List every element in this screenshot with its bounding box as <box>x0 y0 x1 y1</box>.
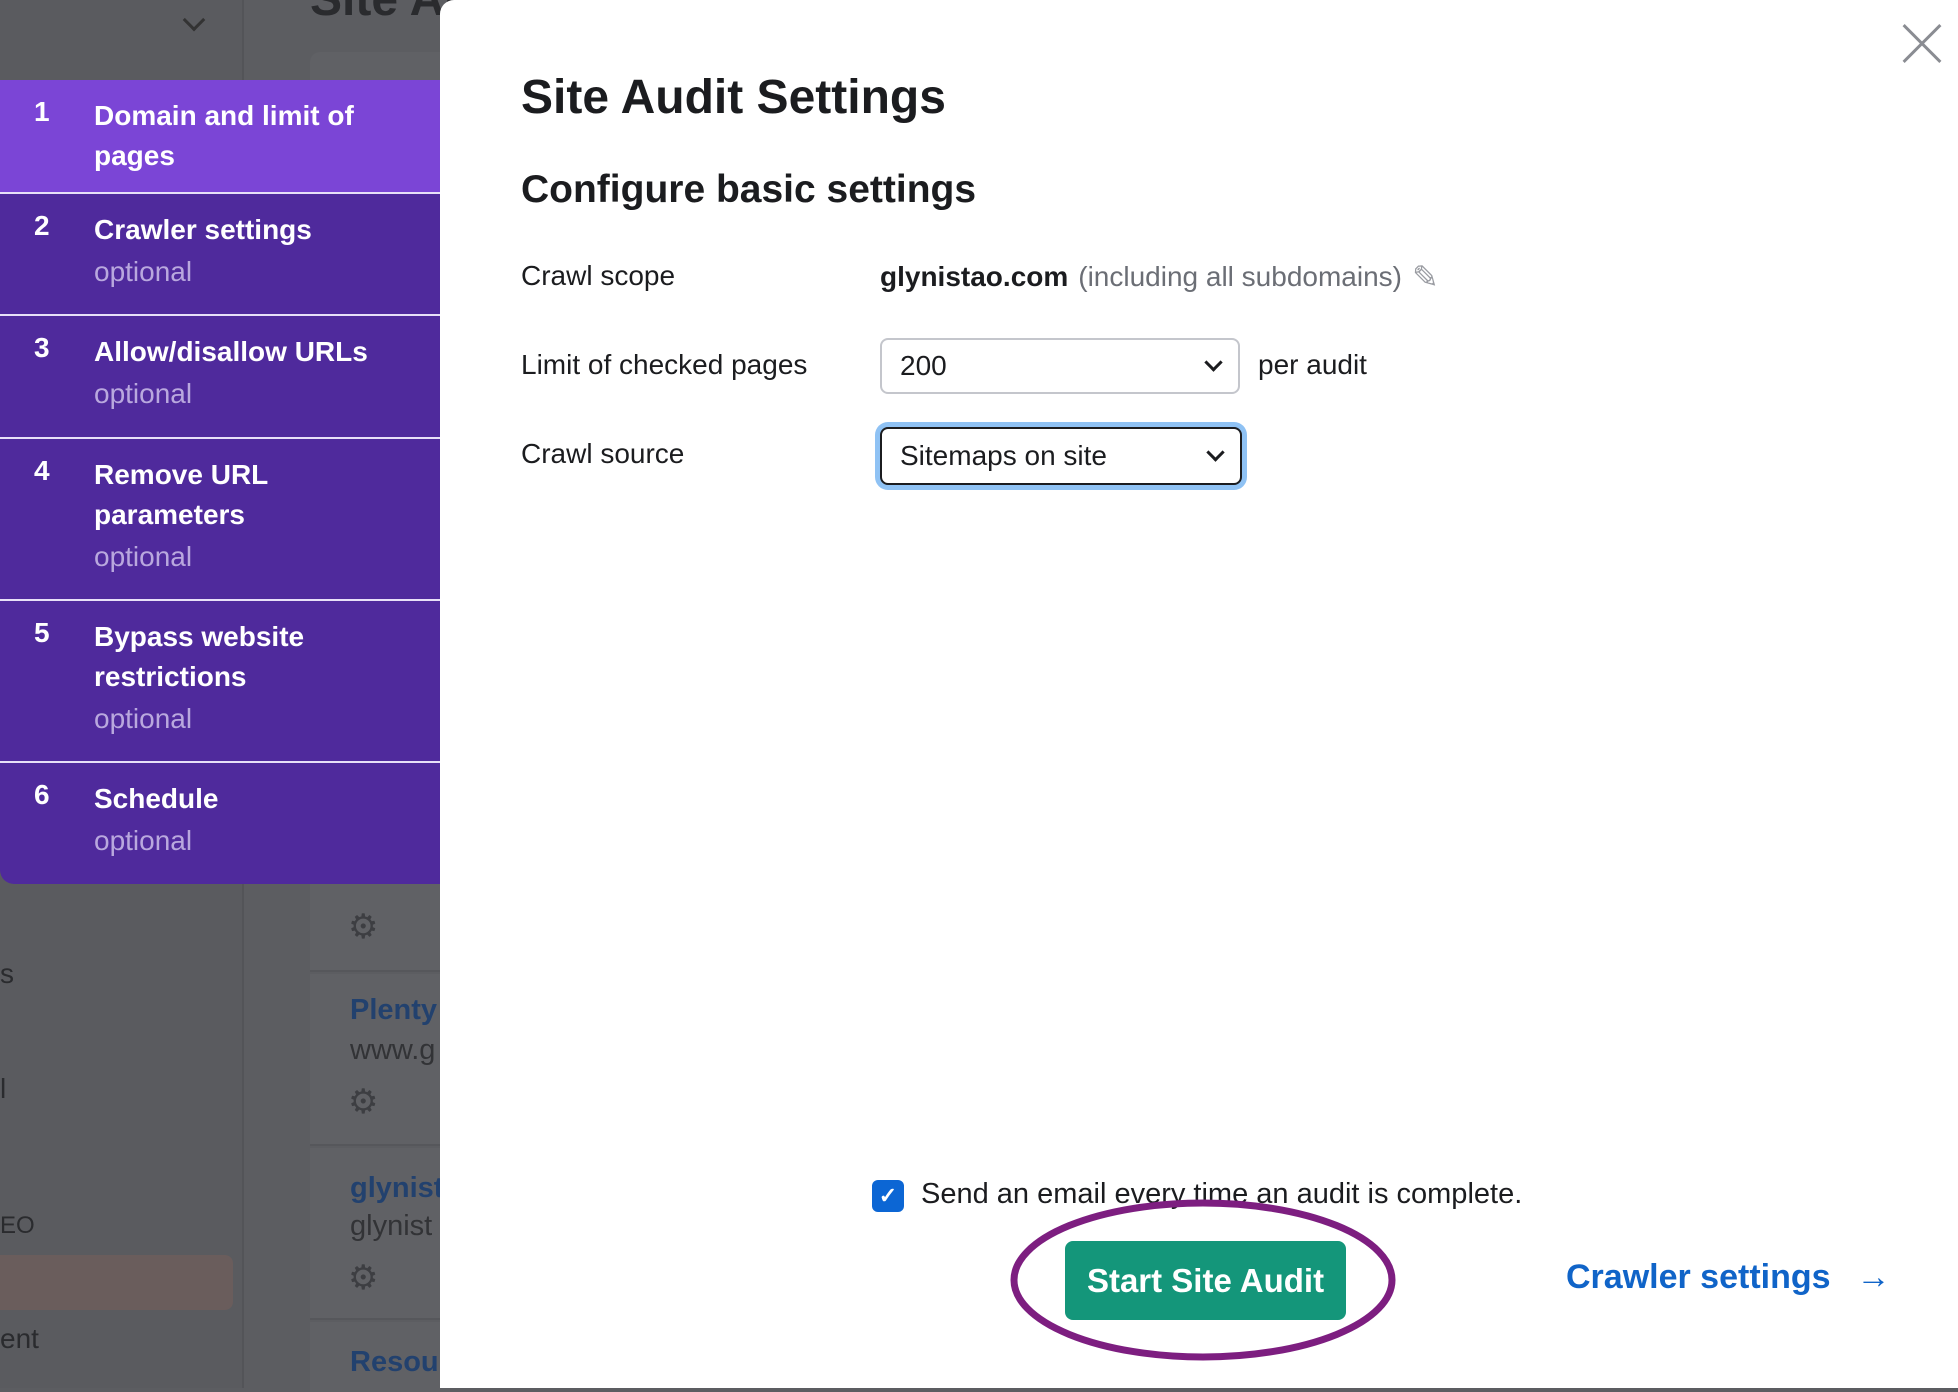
background-card: glynist glynist ⚙ <box>310 1148 450 1320</box>
step-crawler-settings[interactable]: 2 Crawler settings optional <box>0 194 440 316</box>
step-bypass-restrictions[interactable]: 5 Bypass website restrictions optional <box>0 601 440 763</box>
step-optional: optional <box>94 378 193 409</box>
step-title: Schedule <box>94 783 219 814</box>
close-icon[interactable] <box>1900 22 1944 66</box>
step-number: 5 <box>34 617 50 648</box>
card-subtitle: www.g <box>350 1034 436 1066</box>
step-remove-url-params[interactable]: 4 Remove URL parameters optional <box>0 439 440 601</box>
step-number: 2 <box>34 210 50 241</box>
chevron-down-icon <box>1206 442 1225 462</box>
modal-title: Site Audit Settings <box>521 71 946 124</box>
step-optional: optional <box>94 825 193 856</box>
step-optional: optional <box>94 703 193 734</box>
gear-icon: ⚙ <box>348 1259 379 1297</box>
crawl-scope-value: glynistao.com (including all subdomains)… <box>880 258 1439 296</box>
crawl-source-label: Crawl source <box>521 438 685 469</box>
step-number: 6 <box>34 779 50 810</box>
crawl-source-value: Sitemaps on site <box>900 440 1107 471</box>
site-audit-settings-modal: Site Audit Settings Configure basic sett… <box>440 0 1958 1388</box>
checkmark-icon: ✓ <box>878 1183 898 1208</box>
chevron-down-icon <box>182 8 206 32</box>
chevron-down-icon <box>1204 352 1223 372</box>
step-number: 4 <box>34 455 50 486</box>
step-number: 1 <box>34 96 50 127</box>
sidebar-fragment: l <box>0 1073 7 1104</box>
crawl-domain: glynistao.com <box>880 261 1069 292</box>
limit-label: Limit of checked pages <box>521 349 808 380</box>
step-optional: optional <box>94 256 193 287</box>
highlight-ellipse <box>1010 1199 1396 1361</box>
limit-select[interactable]: 200 <box>880 338 1240 394</box>
gear-icon: ⚙ <box>348 1083 379 1121</box>
crawler-settings-link-label: Crawler settings <box>1566 1258 1831 1296</box>
sidebar-fragment: EO <box>0 1212 35 1239</box>
pencil-icon[interactable]: ✎ <box>1412 258 1439 296</box>
limit-select-value: 200 <box>900 350 947 381</box>
crawl-scope-label: Crawl scope <box>521 260 676 291</box>
step-domain-limit[interactable]: 1 Domain and limit of pages <box>0 80 440 194</box>
step-title: Allow/disallow URLs <box>94 336 368 367</box>
settings-stepper: 1 Domain and limit of pages 2 Crawler se… <box>0 80 440 884</box>
email-checkbox[interactable]: ✓ <box>872 1180 904 1212</box>
card-title: glynist <box>350 1172 444 1204</box>
card-title: Plenty <box>350 994 438 1026</box>
step-title: Domain and limit of pages <box>94 100 354 171</box>
crawler-settings-link[interactable]: Crawler settings → <box>1566 1258 1891 1297</box>
sidebar-highlight <box>0 1255 233 1310</box>
step-title: Remove URL parameters <box>94 459 268 530</box>
step-number: 3 <box>34 332 50 363</box>
step-title: Bypass website restrictions <box>94 621 305 692</box>
card-title: Resou <box>350 1346 439 1378</box>
gear-icon: ⚙ <box>348 908 379 946</box>
step-title: Crawler settings <box>94 214 312 245</box>
step-optional: optional <box>94 541 193 572</box>
step-schedule[interactable]: 6 Schedule optional <box>0 763 440 884</box>
crawl-scope-note: (including all subdomains) <box>1078 261 1402 292</box>
section-title: Configure basic settings <box>521 168 977 211</box>
background-card: Resou <box>310 1322 450 1392</box>
arrow-right-icon: → <box>1856 1258 1891 1296</box>
sidebar-fragment: ent <box>0 1323 39 1354</box>
sidebar-fragment: s <box>0 958 14 989</box>
background-card: Plenty www.g ⚙ <box>310 974 450 1146</box>
limit-suffix: per audit <box>1258 349 1367 380</box>
step-allow-disallow[interactable]: 3 Allow/disallow URLs optional <box>0 316 440 439</box>
card-subtitle: glynist <box>350 1210 433 1242</box>
crawl-source-select[interactable]: Sitemaps on site <box>880 427 1242 485</box>
